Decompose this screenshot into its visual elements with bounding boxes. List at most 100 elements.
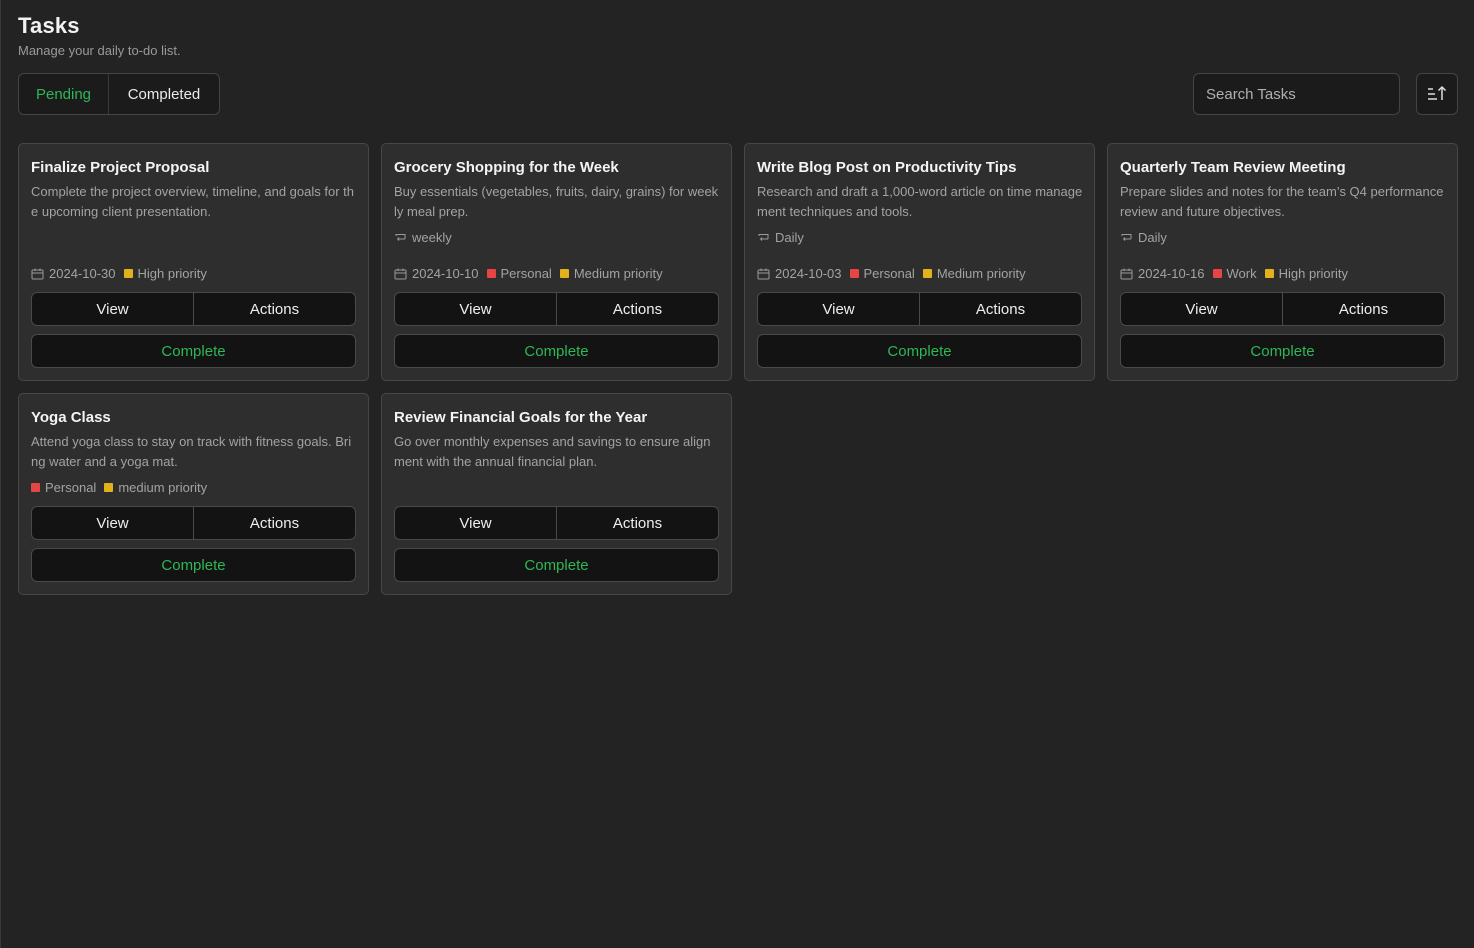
task-description: Attend yoga class to stay on track with … [31,434,352,469]
task-description: Buy essentials (vegetables, fruits, dair… [394,184,719,219]
repeat-icon [395,234,406,241]
task-title: Yoga Class [31,409,111,426]
due-date: 2024-10-10 [394,266,479,281]
page-subtitle: Manage your daily to-do list. [18,43,181,58]
view-button[interactable]: View [395,293,556,325]
due-date-text: 2024-10-03 [775,266,842,281]
tag-badge: Work [1212,266,1257,281]
task-description: Prepare slides and notes for the team’s … [1120,184,1444,219]
tag-square-icon [1212,269,1222,278]
recurrence: Daily [757,230,804,245]
priority-badge: Medium priority [922,266,1026,281]
search-box [1193,73,1400,115]
tag-square-icon [486,269,496,278]
task-button-group: View Actions [757,292,1082,326]
due-date: 2024-10-03 [757,266,842,281]
view-button[interactable]: View [32,507,193,539]
task-card: Write Blog Post on Productivity Tips Res… [744,143,1095,381]
priority-badge: Medium priority [559,266,663,281]
actions-button[interactable]: Actions [556,507,718,539]
due-date-text: 2024-10-10 [412,266,479,281]
task-meta: 2024-10-16 Work High priority [1120,266,1356,281]
task-title: Review Financial Goals for the Year [394,409,648,426]
tag-text: Personal [45,480,97,495]
tag-badge: Personal [486,266,552,281]
due-date: 2024-10-30 [31,266,116,281]
actions-button[interactable]: Actions [1282,293,1444,325]
complete-button[interactable]: Complete [757,334,1082,368]
task-description: Go over monthly expenses and savings to … [394,434,711,469]
tab-completed[interactable]: Completed [109,74,219,114]
due-date-text: 2024-10-16 [1138,266,1205,281]
recurrence-text: weekly [412,230,452,245]
complete-button[interactable]: Complete [31,548,356,582]
task-meta: Personal medium priority [31,480,215,495]
tag-badge: Personal [849,266,915,281]
complete-button[interactable]: Complete [394,334,719,368]
repeat-icon [1121,234,1132,241]
task-button-group: View Actions [394,506,719,540]
calendar-icon [1120,268,1133,279]
priority-text: medium priority [118,480,208,495]
calendar-icon [394,268,407,279]
task-button-group: View Actions [1120,292,1445,326]
actions-button[interactable]: Actions [556,293,718,325]
sort-ascending-icon [1428,85,1447,100]
complete-button[interactable]: Complete [1120,334,1445,368]
complete-button[interactable]: Complete [394,548,719,582]
tag-square-icon [31,483,40,492]
actions-button[interactable]: Actions [193,507,355,539]
calendar-icon [757,268,770,279]
tasks-page: Tasks Manage your daily to-do list. Pend… [0,0,1474,948]
due-date-text: 2024-10-30 [49,266,116,281]
recurrence-text: Daily [1138,230,1167,245]
recurrence-text: Daily [775,230,804,245]
view-button[interactable]: View [758,293,919,325]
task-card: Yoga Class Attend yoga class to stay on … [18,393,369,595]
priority-badge: High priority [123,266,207,281]
priority-text: High priority [137,266,207,281]
task-title: Write Blog Post on Productivity Tips [757,159,1017,176]
left-border [0,0,1,948]
task-description: Research and draft a 1,000-word article … [757,184,1083,219]
priority-square-icon [559,269,569,278]
priority-badge: medium priority [104,480,207,495]
task-meta: 2024-10-10 Personal Medium priority [394,266,671,281]
priority-square-icon [104,483,114,492]
task-meta: 2024-10-30 High priority [31,266,215,281]
view-button[interactable]: View [32,293,193,325]
task-button-group: View Actions [31,506,356,540]
actions-button[interactable]: Actions [919,293,1081,325]
page-title: Tasks [18,13,80,38]
task-title: Grocery Shopping for the Week [394,159,619,176]
task-button-group: View Actions [394,292,719,326]
task-card: Quarterly Team Review Meeting Prepare sl… [1107,143,1458,381]
view-button[interactable]: View [395,507,556,539]
sort-button[interactable] [1416,73,1458,115]
tag-text: Personal [863,266,915,281]
recurrence: weekly [394,230,452,245]
task-card: Review Financial Goals for the Year Go o… [381,393,732,595]
search-input[interactable] [1206,85,1399,103]
priority-text: Medium priority [573,266,663,281]
priority-text: Medium priority [936,266,1026,281]
task-title: Finalize Project Proposal [31,159,210,176]
status-tabs: Pending Completed [18,73,220,115]
repeat-icon [758,234,769,241]
task-meta: 2024-10-03 Personal Medium priority [757,266,1034,281]
tag-square-icon [849,269,859,278]
priority-square-icon [1264,269,1274,278]
priority-badge: High priority [1264,266,1348,281]
task-description: Complete the project overview, timeline,… [31,184,355,219]
priority-square-icon [123,269,133,278]
complete-button[interactable]: Complete [31,334,356,368]
calendar-icon [31,268,44,279]
task-card: Finalize Project Proposal Complete the p… [18,143,369,381]
actions-button[interactable]: Actions [193,293,355,325]
task-card: Grocery Shopping for the Week Buy essent… [381,143,732,381]
view-button[interactable]: View [1121,293,1282,325]
task-button-group: View Actions [31,292,356,326]
tab-pending[interactable]: Pending [19,74,109,114]
recurrence: Daily [1120,230,1167,245]
tag-text: Personal [500,266,552,281]
